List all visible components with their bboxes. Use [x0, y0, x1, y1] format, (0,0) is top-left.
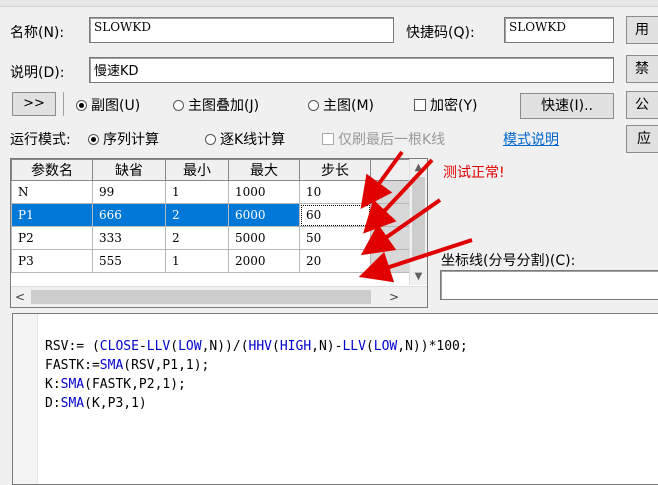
cell[interactable]: P3 [11, 249, 93, 273]
top-edge [0, 0, 658, 7]
side-button-3[interactable]: 公 [626, 91, 658, 119]
radio-per-bar[interactable]: 逐K线计算 [205, 129, 285, 149]
radio-icon [173, 100, 184, 111]
cell[interactable]: 555 [92, 249, 166, 273]
cell[interactable]: 2 [165, 203, 229, 227]
cell[interactable]: 1000 [228, 180, 300, 204]
code-text[interactable]: RSV:= (CLOSE-LLV(LOW,N))/(HHV(HIGH,N)-LL… [45, 318, 468, 451]
scroll-left-icon[interactable]: < [11, 287, 29, 307]
cell[interactable]: 5000 [228, 226, 300, 250]
params-grid[interactable]: 参数名 缺省 最小 最大 步长 N 99 1 1000 10 P1 666 2 [10, 158, 428, 308]
axis-line-field[interactable] [440, 270, 658, 300]
table-row-selected[interactable]: P1 666 2 6000 60 [11, 203, 412, 227]
scroll-down-icon[interactable]: ▼ [410, 268, 427, 285]
scroll-hthumb[interactable] [31, 290, 371, 304]
cell[interactable]: P1 [11, 203, 93, 227]
shortcut-field[interactable]: SLOWKD [504, 17, 614, 43]
radio-icon [88, 134, 99, 145]
cell[interactable]: 2000 [228, 249, 300, 273]
vertical-scrollbar[interactable]: ▲ ▼ [409, 159, 427, 285]
name-label: 名称(N): [10, 25, 65, 41]
table-row[interactable]: N 99 1 1000 10 [11, 180, 412, 204]
radio-icon [76, 100, 87, 111]
cell[interactable]: 20 [299, 249, 371, 273]
cell[interactable]: 50 [299, 226, 371, 250]
header-min[interactable]: 最小 [165, 159, 229, 181]
checkbox-icon [322, 133, 334, 145]
code-line-2: FASTK:=SMA(RSV,P1,1); [45, 358, 210, 373]
radio-main-overlay[interactable]: 主图叠加(J) [173, 95, 259, 115]
description-field[interactable]: 慢速KD [89, 57, 614, 83]
cell-current[interactable]: 60 [299, 203, 371, 227]
horizontal-scrollbar[interactable]: < > [11, 286, 427, 307]
code-line-1: RSV:= (CLOSE-LLV(LOW,N))/(HHV(HIGH,N)-LL… [45, 339, 468, 354]
header-param-name[interactable]: 参数名 [11, 159, 93, 181]
test-ok-annotation: 测试正常! [443, 165, 505, 181]
table-row[interactable]: P2 333 2 5000 50 [11, 226, 412, 250]
checkbox-icon [414, 99, 426, 111]
cell[interactable]: 2 [165, 226, 229, 250]
cell-blank [370, 180, 412, 204]
code-line-4: D:SMA(K,P3,1) [45, 396, 147, 411]
expand-button[interactable]: >> [12, 92, 56, 116]
cell[interactable]: 666 [92, 203, 166, 227]
cell[interactable]: N [11, 180, 93, 204]
editor-gutter [13, 314, 38, 484]
cell[interactable]: P2 [11, 226, 93, 250]
mode-help-link[interactable]: 模式说明 [503, 129, 559, 149]
side-button-2[interactable]: 禁 [626, 55, 658, 83]
cell-blank [370, 203, 412, 227]
cell[interactable]: 99 [92, 180, 166, 204]
separator [63, 92, 64, 116]
side-button-4[interactable]: 应 [626, 125, 658, 153]
fast-button[interactable]: 快速(I).. [520, 93, 614, 119]
cell-blank [370, 226, 412, 250]
radio-subchart[interactable]: 副图(U) [76, 95, 140, 115]
header-blank [370, 159, 412, 181]
cell[interactable]: 6000 [228, 203, 300, 227]
scroll-thumb[interactable] [412, 177, 425, 257]
cell[interactable]: 1 [165, 180, 229, 204]
cell[interactable]: 1 [165, 249, 229, 273]
header-default[interactable]: 缺省 [92, 159, 166, 181]
radio-sequence[interactable]: 序列计算 [88, 129, 159, 149]
scroll-right-icon[interactable]: > [385, 287, 403, 307]
radio-icon [308, 100, 319, 111]
axis-line-label: 坐标线(分号分割)(C): [441, 253, 576, 269]
code-line-3: K:SMA(FASTK,P2,1); [45, 377, 186, 392]
table-row[interactable]: P3 555 1 2000 20 [11, 249, 412, 273]
radio-icon [205, 134, 216, 145]
header-max[interactable]: 最大 [228, 159, 300, 181]
side-button-1[interactable]: 用 [626, 16, 658, 44]
cell[interactable]: 333 [92, 226, 166, 250]
radio-main-chart[interactable]: 主图(M) [308, 95, 374, 115]
header-row: 参数名 缺省 最小 最大 步长 [11, 159, 412, 181]
code-editor[interactable]: RSV:= (CLOSE-LLV(LOW,N))/(HHV(HIGH,N)-LL… [12, 313, 658, 485]
description-label: 说明(D): [10, 65, 65, 81]
shortcut-label: 快捷码(Q): [406, 25, 475, 41]
name-field[interactable]: SLOWKD [89, 17, 394, 43]
encrypt-checkbox[interactable]: 加密(Y) [414, 95, 477, 115]
run-mode-label: 运行模式: [10, 132, 71, 148]
header-step[interactable]: 步长 [299, 159, 371, 181]
scroll-up-icon[interactable]: ▲ [410, 159, 427, 176]
cell[interactable]: 10 [299, 180, 371, 204]
refresh-last-checkbox: 仅刷最后一根K线 [322, 129, 445, 149]
cell-blank [370, 249, 412, 273]
params-table: 参数名 缺省 最小 最大 步长 N 99 1 1000 10 P1 666 2 [11, 159, 412, 273]
